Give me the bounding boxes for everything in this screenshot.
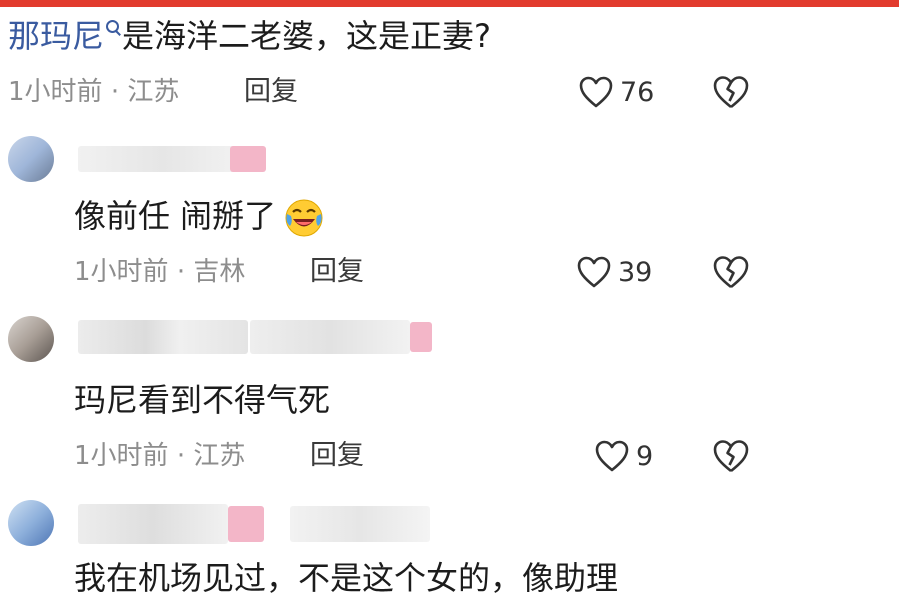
dislike-button[interactable] (712, 438, 750, 474)
heart-icon (577, 256, 611, 288)
username-blurred[interactable] (78, 146, 248, 172)
user-badge-blurred (230, 146, 266, 172)
comment-location: 江苏 (127, 77, 180, 107)
comment-text: 玛尼看到不得气死 (74, 381, 331, 419)
avatar[interactable] (8, 136, 54, 182)
username-blurred (250, 320, 410, 354)
like-count: 76 (620, 76, 655, 108)
username-blurred (290, 506, 430, 542)
top-accent-bar (0, 0, 899, 7)
comment-text: 那玛尼 是海洋二老婆，这是正妻? (8, 17, 492, 55)
search-icon[interactable] (104, 18, 122, 38)
broken-heart-icon (713, 76, 749, 109)
user-badge-blurred (410, 322, 432, 352)
like-button[interactable]: 39 (576, 252, 652, 292)
like-count: 39 (618, 256, 653, 288)
avatar[interactable] (8, 500, 54, 546)
comment-location: 江苏 (193, 441, 246, 471)
comment-text: 我在机场见过，不是这个女的，像助理 (74, 559, 619, 597)
search-link[interactable]: 那玛尼 (8, 17, 104, 55)
username-blurred[interactable] (78, 504, 228, 544)
reply-button[interactable]: 回复 (310, 440, 364, 472)
comment-meta: 1小时前 · 江苏 (74, 441, 246, 471)
user-badge-blurred (228, 506, 264, 542)
comment-meta: 1小时前 · 吉林 (74, 257, 246, 287)
dislike-button[interactable] (712, 254, 750, 290)
comment-time: 1小时前 (74, 441, 169, 471)
comment-time: 1小时前 (8, 77, 103, 107)
broken-heart-icon (713, 440, 749, 473)
heart-icon (579, 76, 613, 108)
comment-location: 吉林 (193, 257, 246, 287)
like-button[interactable]: 76 (578, 72, 654, 112)
like-button[interactable]: 9 (594, 436, 653, 476)
dislike-button[interactable] (712, 74, 750, 110)
comment-time: 1小时前 (74, 257, 169, 287)
reply-button[interactable]: 回复 (244, 76, 298, 108)
heart-icon (595, 440, 629, 472)
broken-heart-icon (713, 256, 749, 289)
laughing-crying-emoji (285, 199, 323, 237)
username-blurred[interactable] (78, 320, 248, 354)
like-count: 9 (636, 440, 654, 472)
comment-meta: 1小时前 · 江苏 (8, 77, 180, 107)
comment-text: 像前任 闹掰了 (74, 196, 324, 238)
avatar[interactable] (8, 316, 54, 362)
reply-button[interactable]: 回复 (310, 256, 364, 288)
